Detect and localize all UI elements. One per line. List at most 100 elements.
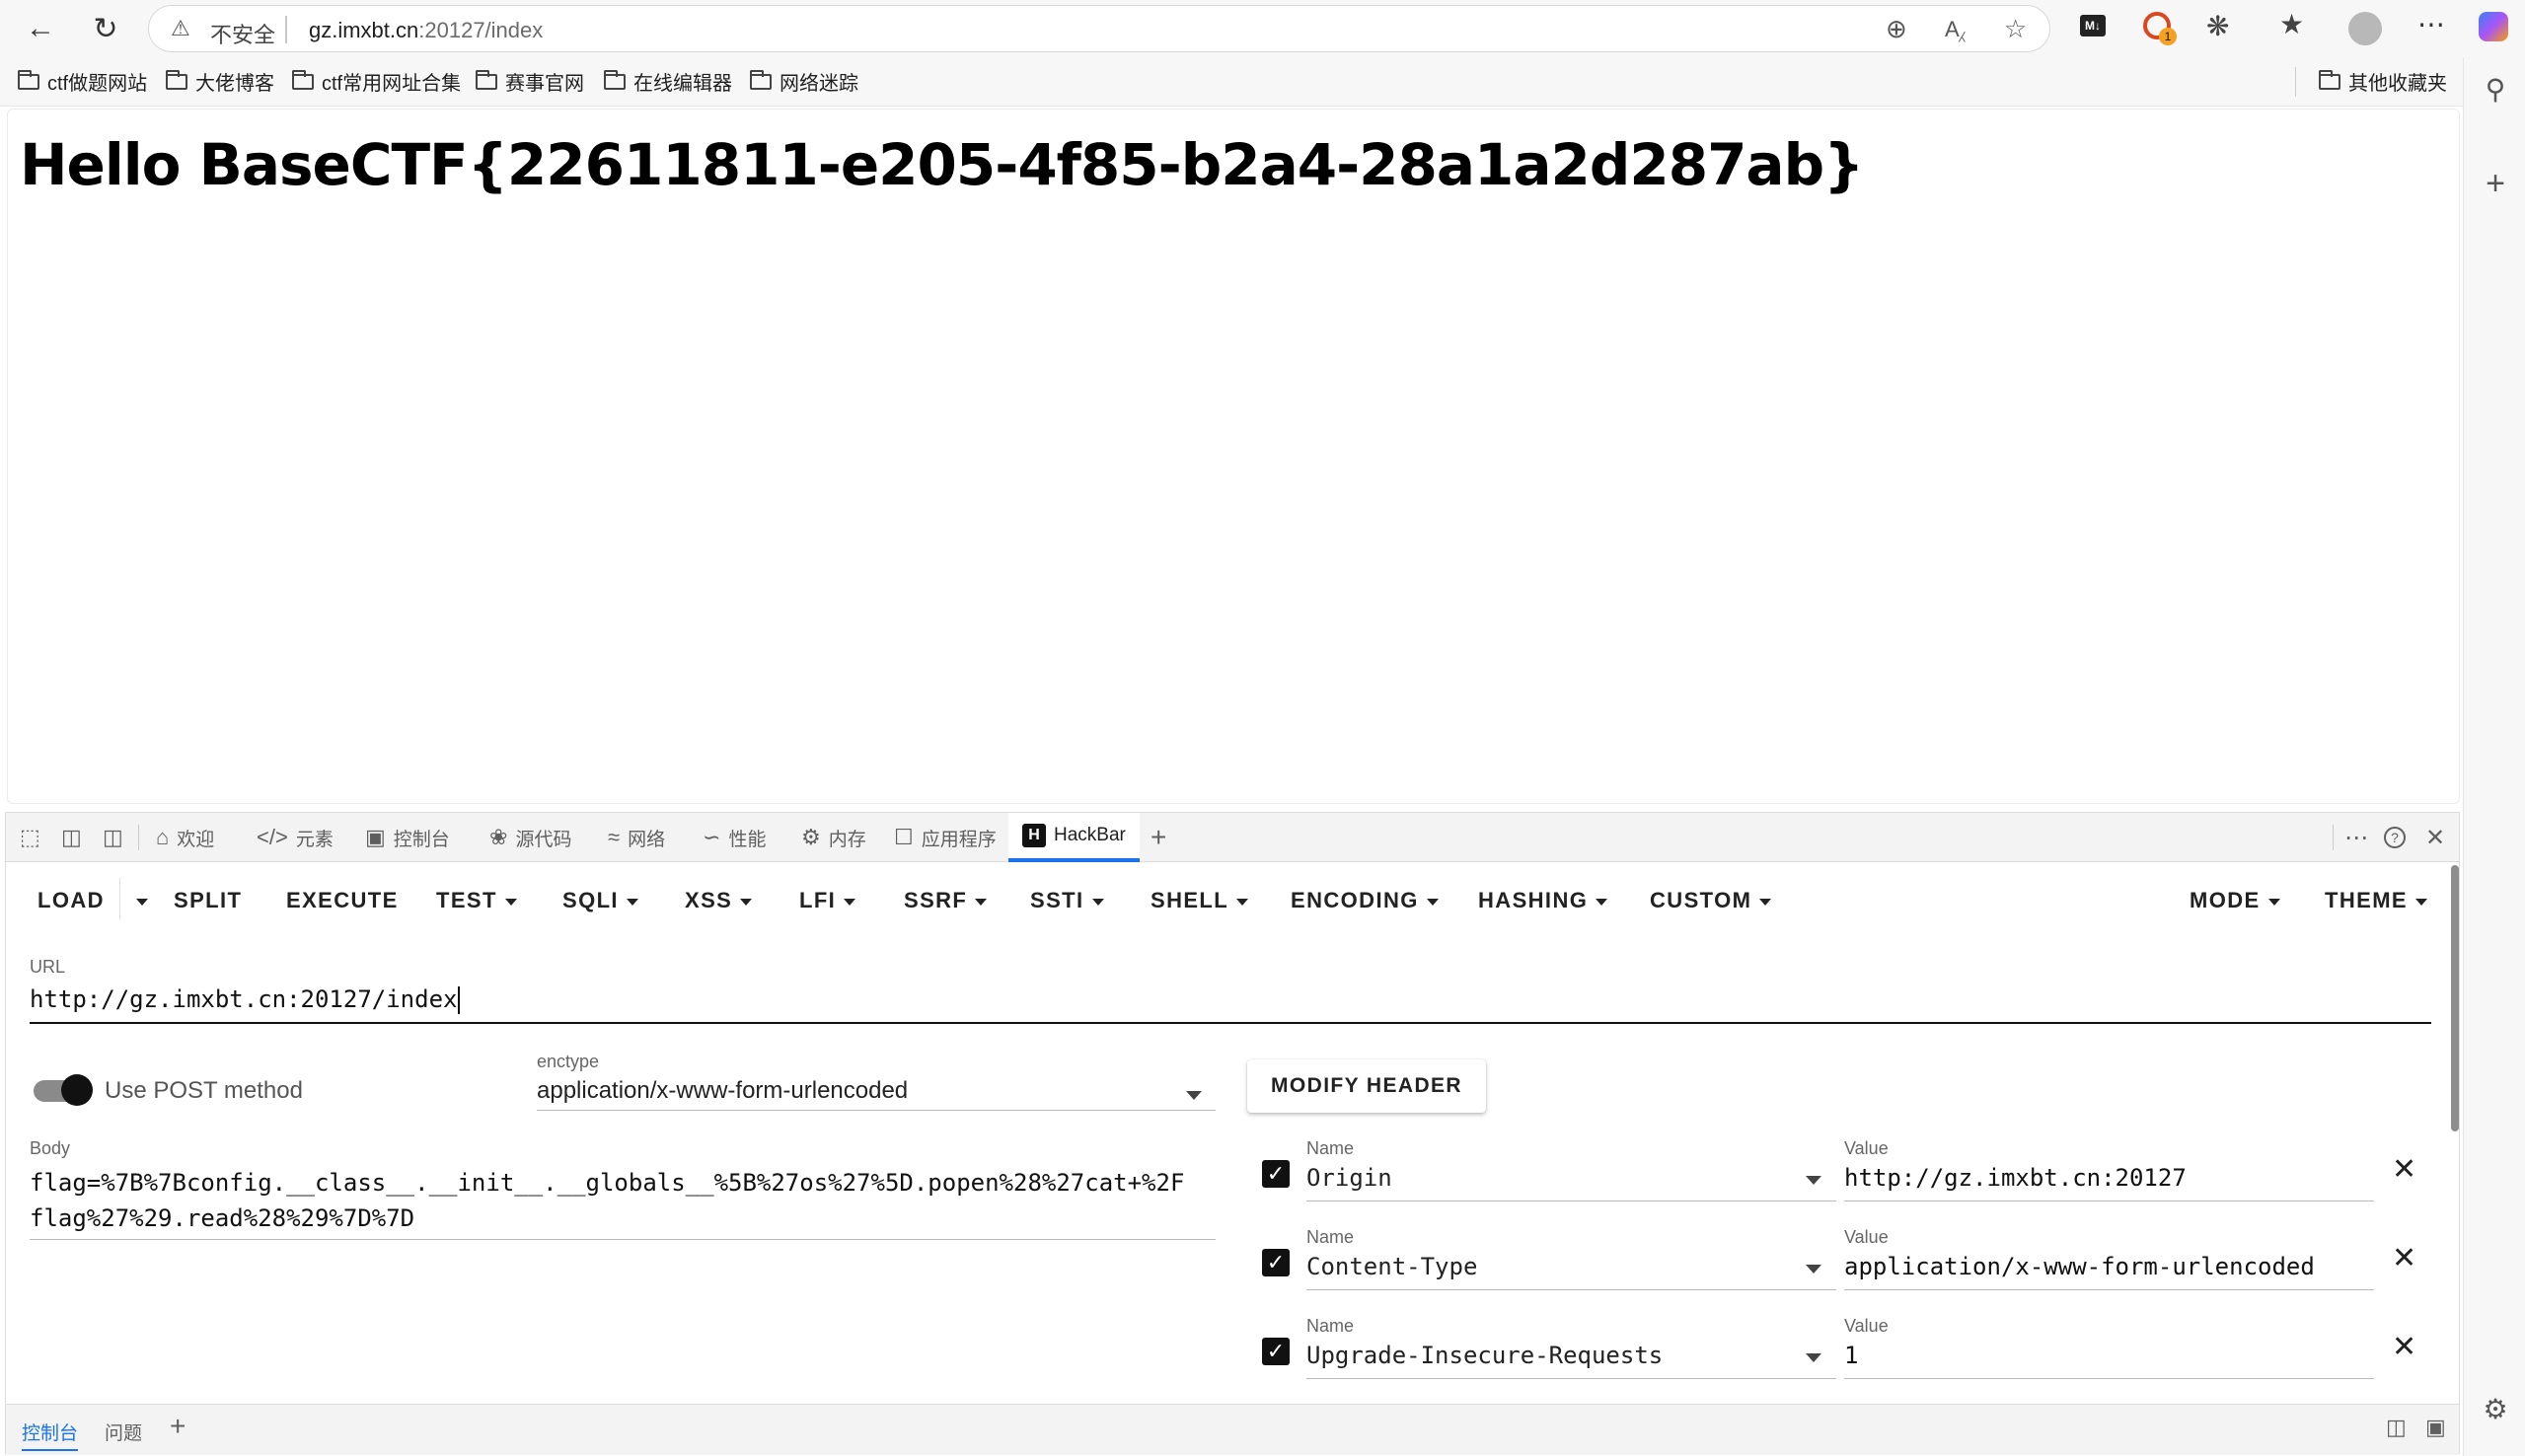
split-button[interactable]: SPLIT bbox=[174, 888, 242, 913]
bookmark-item[interactable]: 赛事官网 bbox=[476, 67, 584, 96]
mode-menu[interactable]: MODE bbox=[2190, 888, 2280, 913]
tab-performance[interactable]: ∽ 性能 bbox=[703, 813, 766, 862]
enctype-select[interactable]: application/x-www-form-urlencoded bbox=[537, 1077, 908, 1105]
chevron-down-icon[interactable] bbox=[1806, 1176, 1821, 1185]
warning-icon[interactable]: ⚠ bbox=[171, 16, 190, 41]
menu-label: SSRF bbox=[904, 888, 968, 912]
chevron-down-icon[interactable] bbox=[1806, 1353, 1821, 1362]
remove-header-icon[interactable]: ✕ bbox=[2392, 1152, 2416, 1187]
url-input[interactable]: http://gz.imxbt.cn:20127/index bbox=[30, 985, 461, 1014]
tab-elements[interactable]: </> 元素 bbox=[257, 813, 334, 862]
drawer-tab-console[interactable]: 控制台 bbox=[22, 1419, 79, 1451]
tab-label: 源代码 bbox=[515, 829, 572, 850]
drawer-tab-issues[interactable]: 问题 bbox=[105, 1419, 142, 1445]
profile-avatar[interactable] bbox=[2348, 12, 2382, 45]
chevron-down-icon bbox=[740, 898, 753, 906]
header-name-select[interactable]: Content-Type bbox=[1306, 1253, 1477, 1280]
more-menu-icon[interactable]: ⋯ bbox=[2417, 8, 2445, 40]
test-menu[interactable]: TEST bbox=[436, 888, 517, 913]
bookmark-label: 赛事官网 bbox=[505, 73, 584, 95]
security-label[interactable]: 不安全 bbox=[210, 18, 275, 49]
add-drawer-tab-icon[interactable]: + bbox=[170, 1411, 186, 1442]
lfi-menu[interactable]: LFI bbox=[799, 888, 856, 913]
extensions-puzzle-icon[interactable]: ❋ bbox=[2206, 10, 2229, 42]
favorites-icon[interactable]: ★ bbox=[2279, 8, 2304, 40]
copilot-icon[interactable] bbox=[2479, 12, 2508, 41]
bookmark-label: ctf常用网址合集 bbox=[322, 73, 462, 95]
tab-memory[interactable]: ⚙ 内存 bbox=[801, 813, 866, 862]
remove-header-icon[interactable]: ✕ bbox=[2392, 1241, 2416, 1275]
header-value-input[interactable]: http://gz.imxbt.cn:20127 bbox=[1844, 1164, 2187, 1192]
custom-menu[interactable]: CUSTOM bbox=[1650, 888, 1772, 913]
read-aloud-icon[interactable]: A⁁ bbox=[1945, 17, 1965, 42]
xss-menu[interactable]: XSS bbox=[685, 888, 753, 913]
bookmark-label: 网络迷踪 bbox=[780, 73, 858, 95]
collapse-drawer-icon[interactable]: ▣ bbox=[2425, 1415, 2446, 1440]
tab-sources[interactable]: ❀ 源代码 bbox=[489, 813, 571, 862]
ssrf-menu[interactable]: SSRF bbox=[904, 888, 988, 913]
address-bar[interactable]: ⚠ 不安全 gz.imxbt.cn:20127/index ⊕ A⁁ ☆ bbox=[148, 5, 2050, 52]
more-options-icon[interactable]: ⋯ bbox=[2344, 813, 2368, 862]
dock-side-icon[interactable]: ◫ bbox=[103, 813, 123, 862]
tab-network[interactable]: ≈ 网络 bbox=[608, 813, 665, 862]
header-value-input[interactable]: application/x-www-form-urlencoded bbox=[1844, 1253, 2315, 1280]
favorite-star-icon[interactable]: ☆ bbox=[2004, 14, 2027, 44]
markdown-extension-icon[interactable]: M↓ bbox=[2080, 15, 2106, 36]
theme-menu[interactable]: THEME bbox=[2325, 888, 2427, 913]
reload-icon[interactable]: ↻ bbox=[83, 8, 128, 49]
tab-console[interactable]: ▣ 控制台 bbox=[365, 813, 450, 862]
bookmark-item[interactable]: ctf做题网站 bbox=[18, 67, 147, 96]
ssti-menu[interactable]: SSTI bbox=[1030, 888, 1104, 913]
encoding-menu[interactable]: ENCODING bbox=[1291, 888, 1439, 913]
help-icon[interactable]: ? bbox=[2384, 813, 2406, 862]
search-icon[interactable]: ⚲ bbox=[2478, 71, 2513, 107]
header-row: ✓ Name Upgrade-Insecure-Requests Value 1… bbox=[6, 1316, 2461, 1379]
add-tab-icon[interactable]: + bbox=[1151, 813, 1166, 862]
header-enabled-checkbox[interactable]: ✓ bbox=[1262, 1338, 1290, 1365]
zoom-icon[interactable]: ⊕ bbox=[1886, 14, 1907, 44]
sqli-menu[interactable]: SQLI bbox=[562, 888, 638, 913]
devtools-panel: ⬚ ◫ ◫ ⌂ 欢迎 </> 元素 ▣ 控制台 ❀ 源代码 ≈ 网络 ∽ 性能 ⚙ 内存 ☐ 应… bbox=[5, 812, 2461, 1455]
header-value-input[interactable]: 1 bbox=[1844, 1342, 1858, 1369]
post-toggle-knob[interactable] bbox=[61, 1074, 93, 1106]
url-underline bbox=[30, 1022, 2431, 1024]
tab-divider bbox=[138, 825, 139, 850]
browser-toolbar: ← ↻ ⚠ 不安全 gz.imxbt.cn:20127/index ⊕ A⁁ ☆… bbox=[0, 0, 2525, 57]
tab-welcome[interactable]: ⌂ 欢迎 bbox=[156, 813, 214, 862]
bookmark-item[interactable]: 网络迷踪 bbox=[750, 67, 858, 96]
tab-application[interactable]: ☐ 应用程序 bbox=[894, 813, 997, 862]
header-name-label: Name bbox=[1306, 1138, 1355, 1158]
chevron-down-icon[interactable] bbox=[1186, 1091, 1202, 1100]
hashing-menu[interactable]: HASHING bbox=[1478, 888, 1608, 913]
tab-hackbar[interactable]: H HackBar bbox=[1008, 813, 1140, 862]
header-name-select[interactable]: Upgrade-Insecure-Requests bbox=[1306, 1342, 1663, 1369]
menu-label: LFI bbox=[799, 888, 837, 912]
header-row: ✓ Name Origin Value http://gz.imxbt.cn:2… bbox=[6, 1138, 2461, 1201]
device-emulation-icon[interactable]: ◫ bbox=[61, 813, 82, 862]
bookmark-item[interactable]: 大佬博客 bbox=[166, 67, 274, 96]
header-enabled-checkbox[interactable]: ✓ bbox=[1262, 1160, 1290, 1188]
address-url[interactable]: gz.imxbt.cn:20127/index bbox=[309, 18, 543, 43]
settings-gear-icon[interactable]: ⚙ bbox=[2478, 1391, 2513, 1426]
hackbar-scrollbar[interactable] bbox=[2451, 865, 2459, 1131]
bookmark-item[interactable]: 在线编辑器 bbox=[604, 67, 732, 96]
execute-button[interactable]: EXECUTE bbox=[286, 888, 399, 913]
other-bookmarks[interactable]: 其他收藏夹 bbox=[2319, 67, 2447, 96]
tab-label: 控制台 bbox=[393, 829, 450, 850]
header-name-select[interactable]: Origin bbox=[1306, 1164, 1392, 1192]
load-button[interactable]: LOAD bbox=[37, 888, 105, 913]
dock-drawer-icon[interactable]: ◫ bbox=[2386, 1415, 2407, 1440]
chevron-down-icon[interactable] bbox=[1806, 1265, 1821, 1274]
shell-menu[interactable]: SHELL bbox=[1151, 888, 1249, 913]
load-dropdown-icon[interactable] bbox=[128, 888, 148, 913]
bookmark-item[interactable]: ctf常用网址合集 bbox=[292, 67, 461, 96]
inspect-icon[interactable]: ⬚ bbox=[20, 813, 40, 862]
modify-header-button[interactable]: MODIFY HEADER bbox=[1247, 1059, 1486, 1113]
back-arrow-icon[interactable]: ← bbox=[18, 8, 63, 49]
close-devtools-icon[interactable]: ✕ bbox=[2425, 813, 2445, 862]
remove-header-icon[interactable]: ✕ bbox=[2392, 1330, 2416, 1364]
header-enabled-checkbox[interactable]: ✓ bbox=[1262, 1249, 1290, 1276]
add-icon[interactable]: + bbox=[2478, 165, 2513, 202]
menu-label: SSTI bbox=[1030, 888, 1084, 912]
bookmark-label: 大佬博客 bbox=[195, 73, 274, 95]
